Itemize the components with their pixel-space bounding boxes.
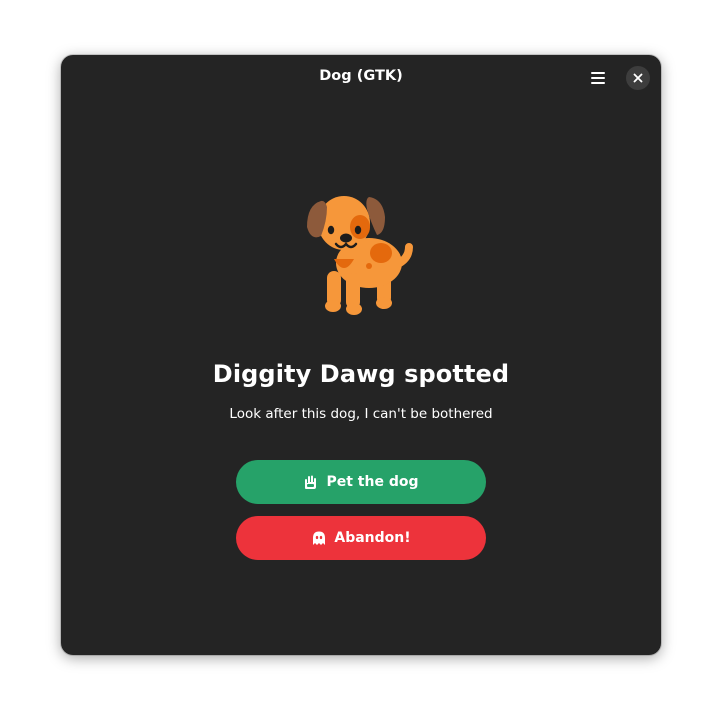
pet-the-dog-button[interactable]: Pet the dog xyxy=(236,460,486,504)
abandon-label: Abandon! xyxy=(334,530,411,546)
close-button[interactable] xyxy=(626,66,650,90)
main-menu-button[interactable] xyxy=(583,65,613,91)
page-subtitle: Look after this dog, I can't be bothered xyxy=(229,406,493,422)
page-heading: Diggity Dawg spotted xyxy=(212,360,510,388)
close-icon xyxy=(633,73,643,83)
dog-icon xyxy=(307,196,413,315)
hand-icon xyxy=(303,474,319,490)
abandon-button[interactable]: Abandon! xyxy=(236,516,486,560)
pet-the-dog-label: Pet the dog xyxy=(326,474,419,490)
hamburger-menu-icon xyxy=(591,72,605,84)
ghost-icon xyxy=(311,530,327,546)
window-title: Dog (GTK) xyxy=(319,68,403,84)
app-window: Dog (GTK) Diggity Dawg spotted Look afte… xyxy=(61,55,661,655)
header-bar: Dog (GTK) xyxy=(61,55,661,101)
